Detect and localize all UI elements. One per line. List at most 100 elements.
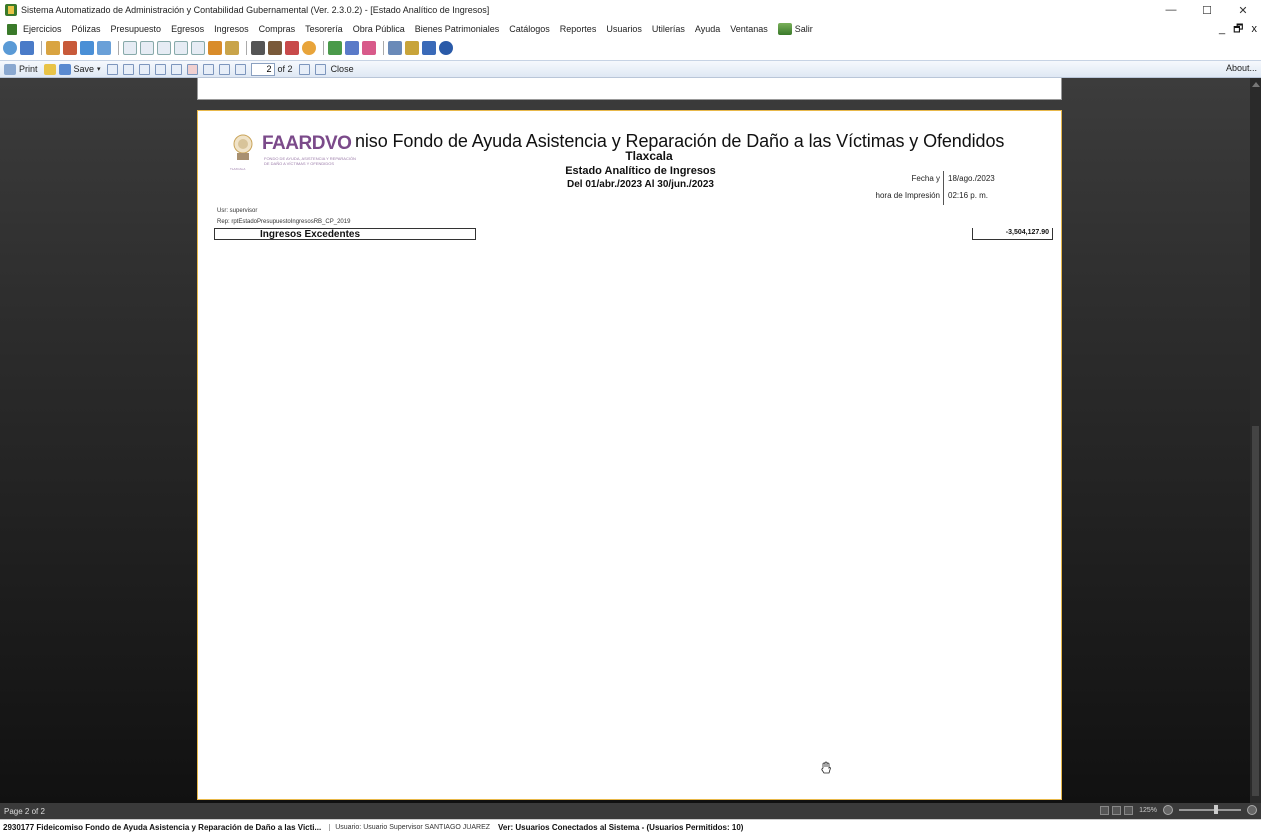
- folder-icon[interactable]: [46, 41, 60, 55]
- tree-icon[interactable]: [388, 41, 402, 55]
- menu-ventanas[interactable]: Ventanas: [730, 24, 768, 34]
- pages-icon[interactable]: [138, 63, 150, 75]
- open-icon[interactable]: [43, 63, 56, 75]
- mdi-restore-button[interactable]: 🗗: [1233, 20, 1243, 39]
- save-button[interactable]: Save ▾: [58, 63, 101, 75]
- zoom-controls: 125%: [1100, 805, 1257, 815]
- previous-page-edge: [197, 78, 1062, 100]
- mdi-controls: _ 🗗 x: [1219, 20, 1257, 38]
- last-page-icon[interactable]: [314, 63, 326, 75]
- page-number-input[interactable]: 2: [250, 62, 275, 76]
- minimize-button[interactable]: —: [1153, 0, 1189, 20]
- chart-icon[interactable]: [208, 41, 222, 55]
- about-button[interactable]: About...: [1226, 63, 1257, 73]
- email-icon[interactable]: [106, 63, 118, 75]
- page-of-label: of 2: [277, 64, 293, 74]
- menu-presupuesto[interactable]: Presupuesto: [111, 24, 162, 34]
- hand-cursor-icon: [821, 761, 831, 774]
- doc2-icon[interactable]: [140, 41, 154, 55]
- menu-bar: Ejercicios Pólizas Presupuesto Egresos I…: [0, 20, 1261, 38]
- calculator-icon[interactable]: [422, 41, 436, 55]
- doc5-icon[interactable]: [191, 41, 205, 55]
- menu-bienes-patrimoniales[interactable]: Bienes Patrimoniales: [415, 24, 500, 34]
- ingresos-excedentes-box: Ingresos Excedentes: [214, 228, 476, 240]
- ingresos-excedentes-label: Ingresos Excedentes: [260, 229, 361, 240]
- tools-icon[interactable]: [345, 41, 359, 55]
- main-toolbar: [0, 38, 1261, 58]
- doc3-icon[interactable]: [157, 41, 171, 55]
- trash-icon[interactable]: [251, 41, 265, 55]
- find-icon[interactable]: [122, 63, 134, 75]
- card-icon[interactable]: [80, 41, 94, 55]
- prev-page-icon[interactable]: [234, 63, 246, 75]
- grid-icon[interactable]: [97, 41, 111, 55]
- zoom-slider[interactable]: [1179, 805, 1241, 814]
- menu-catalogos[interactable]: Catálogos: [509, 24, 550, 34]
- menu-reportes[interactable]: Reportes: [560, 24, 597, 34]
- user-icon[interactable]: [405, 41, 419, 55]
- help-icon[interactable]: [439, 41, 453, 55]
- menu-ingresos[interactable]: Ingresos: [214, 24, 249, 34]
- title-bar: Sistema Automatizado de Administración y…: [0, 0, 1261, 20]
- menu-tesoreria[interactable]: Tesorería: [305, 24, 343, 34]
- page-status: Page 2 of 2: [4, 806, 45, 816]
- menu-utilerias[interactable]: Utilerías: [652, 24, 685, 34]
- app-status-bar: 2930177 Fideicomiso Fondo de Ayuda Asist…: [0, 819, 1261, 835]
- save-icon: [58, 63, 71, 75]
- report-viewer[interactable]: FAARDVO FONDO DE AYUDA, ASISTENCIA Y REP…: [0, 78, 1261, 803]
- window-controls: — ☐ ✕: [1153, 0, 1261, 20]
- single-page-icon[interactable]: [1100, 805, 1110, 815]
- hora-value: 02:16 p. m.: [948, 191, 989, 200]
- menu-ejercicios[interactable]: Ejercicios: [23, 24, 62, 34]
- ingresos-amount-box: -3,504,127.90: [972, 228, 1053, 240]
- app-icon: [5, 4, 17, 16]
- refresh-icon[interactable]: [3, 41, 17, 55]
- doc4-icon[interactable]: [174, 41, 188, 55]
- zoom-page-icon[interactable]: [154, 63, 166, 75]
- menu-polizas[interactable]: Pólizas: [72, 24, 101, 34]
- close-button[interactable]: ✕: [1225, 0, 1261, 20]
- print-date-block: Fecha y hora de Impresión 18/ago./2023 0…: [868, 171, 1048, 209]
- menu-compras[interactable]: Compras: [259, 24, 296, 34]
- toolbar-separator: [383, 41, 384, 55]
- mdi-close-button[interactable]: x: [1252, 23, 1258, 35]
- watermark-icon[interactable]: [202, 63, 214, 75]
- zoom-out-icon[interactable]: [1163, 805, 1173, 815]
- save-label: Save: [73, 64, 95, 74]
- menu-egresos[interactable]: Egresos: [171, 24, 204, 34]
- mdi-minimize-button[interactable]: _: [1219, 23, 1225, 35]
- print-button[interactable]: Print: [4, 63, 38, 75]
- people-icon[interactable]: [285, 41, 299, 55]
- network-icon[interactable]: [362, 41, 376, 55]
- save-dropdown-icon: ▾: [97, 66, 101, 73]
- coins-icon[interactable]: [225, 41, 239, 55]
- menu-usuarios[interactable]: Usuarios: [606, 24, 642, 34]
- zoom-in-icon[interactable]: [1247, 805, 1257, 815]
- vertical-scrollbar[interactable]: [1250, 78, 1261, 803]
- menu-ayuda[interactable]: Ayuda: [695, 24, 720, 34]
- edit-page-icon[interactable]: [186, 63, 198, 75]
- scroll-up-icon[interactable]: [1252, 82, 1260, 87]
- print-label: Print: [19, 64, 38, 74]
- doc1-icon[interactable]: [123, 41, 137, 55]
- first-page-icon[interactable]: [218, 63, 230, 75]
- book-icon[interactable]: [20, 41, 34, 55]
- zoom-knob[interactable]: [1214, 805, 1218, 814]
- next-page-icon[interactable]: [298, 63, 310, 75]
- connected-users-link[interactable]: Ver: Usuarios Conectados al Sistema - (U…: [498, 823, 743, 832]
- view-icon[interactable]: [170, 63, 182, 75]
- close-report-button[interactable]: Close: [331, 64, 354, 74]
- menu-obra-publica[interactable]: Obra Pública: [353, 24, 405, 34]
- scroll-thumb[interactable]: [1252, 426, 1259, 796]
- mdi-child-icon[interactable]: [7, 23, 17, 35]
- toolbar-separator: [118, 41, 119, 55]
- report-icon[interactable]: [328, 41, 342, 55]
- globe-icon[interactable]: [302, 41, 316, 55]
- toolbar-separator: [323, 41, 324, 55]
- multi-page-icon[interactable]: [1124, 805, 1134, 815]
- transfer-icon[interactable]: [63, 41, 77, 55]
- edit-icon[interactable]: [268, 41, 282, 55]
- maximize-button[interactable]: ☐: [1189, 0, 1225, 20]
- two-page-icon[interactable]: [1112, 805, 1122, 815]
- menu-salir[interactable]: Salir: [777, 23, 813, 35]
